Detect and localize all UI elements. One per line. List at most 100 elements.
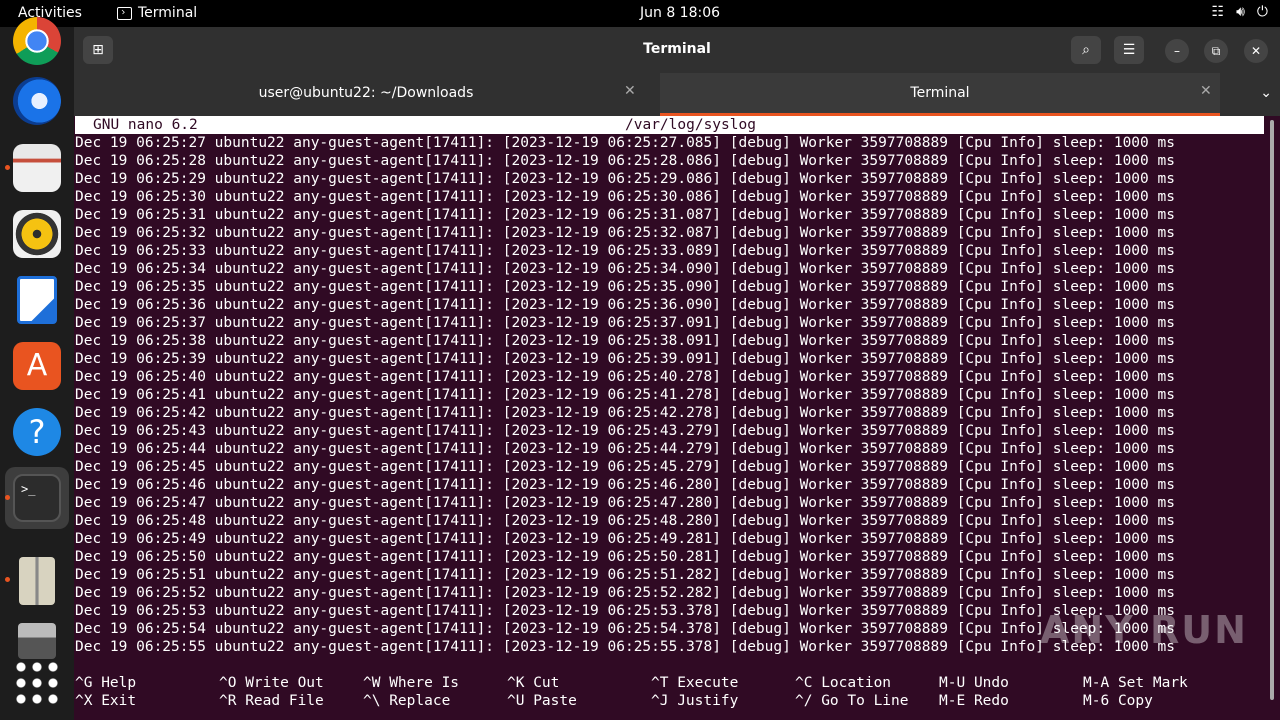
system-tray[interactable]: ☷ 🔊︎ ⏻ bbox=[1212, 4, 1268, 20]
log-line: Dec 19 06:25:48 ubuntu22 any-guest-agent… bbox=[75, 513, 1175, 529]
shortcut-key: ^C bbox=[795, 675, 813, 691]
log-line: Dec 19 06:25:29 ubuntu22 any-guest-agent… bbox=[75, 171, 1175, 187]
header-bar: ⊞ Terminal ⌕ ☰ – ⧉ ✕ bbox=[74, 27, 1280, 73]
shortcut-item: ^/ Go To Line bbox=[795, 692, 909, 710]
log-line: Dec 19 06:25:54 ubuntu22 any-guest-agent… bbox=[75, 621, 1175, 637]
running-indicator bbox=[5, 165, 10, 170]
maximize-button[interactable]: ⧉ bbox=[1204, 39, 1228, 63]
watermark: ANY RUN bbox=[1040, 608, 1248, 652]
close-button[interactable]: ✕ bbox=[1244, 39, 1268, 63]
shortcut-label: Exit bbox=[101, 693, 137, 709]
log-line: Dec 19 06:25:41 ubuntu22 any-guest-agent… bbox=[75, 387, 1175, 403]
tab-close-icon[interactable]: ✕ bbox=[624, 83, 636, 99]
shortcut-item: M-E Redo bbox=[939, 692, 1009, 710]
top-bar: Activities Terminal Jun 8 18:06 ☷ 🔊︎ ⏻ bbox=[0, 0, 1280, 27]
shortcut-key: ^T bbox=[651, 675, 669, 691]
log-line: Dec 19 06:25:55 ubuntu22 any-guest-agent… bbox=[75, 639, 1175, 655]
terminal-icon[interactable]: >_ bbox=[13, 474, 61, 522]
log-line: Dec 19 06:25:40 ubuntu22 any-guest-agent… bbox=[75, 369, 1175, 385]
thunderbird-icon[interactable] bbox=[13, 77, 61, 125]
log-line: Dec 19 06:25:53 ubuntu22 any-guest-agent… bbox=[75, 603, 1175, 619]
shortcut-item: ^K Cut bbox=[507, 674, 559, 692]
shortcut-key: ^W bbox=[363, 675, 381, 691]
tab-label: user@ubuntu22: ~/Downloads bbox=[258, 85, 474, 101]
disk-icon[interactable] bbox=[18, 623, 56, 659]
close-icon: ✕ bbox=[1250, 44, 1262, 58]
scrollbar[interactable] bbox=[1268, 116, 1276, 720]
tab-bar: user@ubuntu22: ~/Downloads ✕ Terminal ✕ … bbox=[74, 73, 1280, 116]
tab-label: Terminal bbox=[910, 85, 970, 101]
log-line: Dec 19 06:25:37 ubuntu22 any-guest-agent… bbox=[75, 315, 1175, 331]
rhythmbox-icon[interactable] bbox=[13, 210, 61, 258]
shortcut-item: ^\ Replace bbox=[363, 692, 450, 710]
shortcut-label: Redo bbox=[973, 693, 1009, 709]
log-line: Dec 19 06:25:47 ubuntu22 any-guest-agent… bbox=[75, 495, 1175, 511]
log-line: Dec 19 06:25:52 ubuntu22 any-guest-agent… bbox=[75, 585, 1175, 601]
shortcut-item: M-6 Copy bbox=[1083, 692, 1153, 710]
minimize-button[interactable]: – bbox=[1165, 39, 1189, 63]
running-indicator bbox=[5, 495, 10, 500]
app-menu[interactable]: Terminal bbox=[117, 5, 197, 21]
shortcut-item: ^U Paste bbox=[507, 692, 577, 710]
shortcut-item: ^T Execute bbox=[651, 674, 738, 692]
chevron-down-icon[interactable]: ⌄ bbox=[1260, 85, 1272, 101]
log-line: Dec 19 06:25:35 ubuntu22 any-guest-agent… bbox=[75, 279, 1175, 295]
shortcut-item: ^W Where Is bbox=[363, 674, 459, 692]
log-line: Dec 19 06:25:46 ubuntu22 any-guest-agent… bbox=[75, 477, 1175, 493]
network-icon: ☷ bbox=[1211, 4, 1225, 20]
search-button[interactable]: ⌕ bbox=[1071, 36, 1101, 64]
shortcut-key: ^K bbox=[507, 675, 525, 691]
log-line: Dec 19 06:25:38 ubuntu22 any-guest-agent… bbox=[75, 333, 1175, 349]
shortcut-label: Execute bbox=[677, 675, 739, 691]
power-icon: ⏻ bbox=[1256, 4, 1268, 20]
libreoffice-writer-icon[interactable] bbox=[17, 276, 57, 324]
shortcut-label: Write Out bbox=[245, 675, 324, 691]
log-line: Dec 19 06:25:28 ubuntu22 any-guest-agent… bbox=[75, 153, 1175, 169]
shortcut-key: M-A bbox=[1083, 675, 1110, 691]
shortcut-key: ^J bbox=[651, 693, 669, 709]
log-line: Dec 19 06:25:51 ubuntu22 any-guest-agent… bbox=[75, 567, 1175, 583]
terminal-small-icon bbox=[117, 6, 132, 20]
menu-button[interactable]: ☰ bbox=[1114, 36, 1144, 64]
shortcut-key: M-E bbox=[939, 693, 966, 709]
log-line: Dec 19 06:25:33 ubuntu22 any-guest-agent… bbox=[75, 243, 1175, 259]
log-line: Dec 19 06:25:27 ubuntu22 any-guest-agent… bbox=[75, 135, 1175, 151]
log-line: Dec 19 06:25:45 ubuntu22 any-guest-agent… bbox=[75, 459, 1175, 475]
shortcut-label: Paste bbox=[533, 693, 577, 709]
log-line: Dec 19 06:25:42 ubuntu22 any-guest-agent… bbox=[75, 405, 1175, 421]
log-line: Dec 19 06:25:31 ubuntu22 any-guest-agent… bbox=[75, 207, 1175, 223]
log-line: Dec 19 06:25:34 ubuntu22 any-guest-agent… bbox=[75, 261, 1175, 277]
dock: A ? >_ bbox=[0, 17, 74, 720]
shortcut-label: Go To Line bbox=[821, 693, 909, 709]
tab-downloads[interactable]: user@ubuntu22: ~/Downloads ✕ bbox=[74, 73, 658, 116]
maximize-icon: ⧉ bbox=[1211, 43, 1221, 58]
app-menu-label: Terminal bbox=[138, 5, 198, 21]
shortcut-label: Read File bbox=[245, 693, 324, 709]
shortcut-item: ^O Write Out bbox=[219, 674, 324, 692]
clock[interactable]: Jun 8 18:06 bbox=[640, 5, 720, 21]
shortcut-key: ^\ bbox=[363, 693, 381, 709]
log-line: Dec 19 06:25:39 ubuntu22 any-guest-agent… bbox=[75, 351, 1175, 367]
nano-version: GNU nano 6.2 bbox=[93, 117, 198, 133]
shortcut-label: Copy bbox=[1117, 693, 1153, 709]
shortcut-item: ^G Help bbox=[75, 674, 136, 692]
app-center-icon[interactable]: A bbox=[13, 342, 61, 390]
tab-close-icon[interactable]: ✕ bbox=[1200, 83, 1212, 99]
show-apps-icon[interactable] bbox=[13, 659, 61, 707]
shortcut-label: Where Is bbox=[389, 675, 460, 691]
shortcut-key: ^U bbox=[507, 693, 525, 709]
files-icon[interactable] bbox=[13, 144, 61, 192]
shortcut-label: Undo bbox=[973, 675, 1009, 691]
running-indicator bbox=[5, 577, 10, 582]
file-content[interactable]: Dec 19 06:25:27 ubuntu22 any-guest-agent… bbox=[75, 134, 1175, 656]
log-line: Dec 19 06:25:36 ubuntu22 any-guest-agent… bbox=[75, 297, 1175, 313]
chrome-icon[interactable] bbox=[13, 17, 61, 65]
minimize-icon: – bbox=[1174, 44, 1180, 58]
scrollbar-thumb[interactable] bbox=[1270, 120, 1274, 700]
log-line: Dec 19 06:25:49 ubuntu22 any-guest-agent… bbox=[75, 531, 1175, 547]
tab-terminal[interactable]: Terminal ✕ bbox=[660, 73, 1220, 116]
shortcut-key: ^/ bbox=[795, 693, 813, 709]
shortcut-key: ^G bbox=[75, 675, 93, 691]
help-icon[interactable]: ? bbox=[13, 408, 61, 456]
archive-icon[interactable] bbox=[19, 557, 55, 605]
